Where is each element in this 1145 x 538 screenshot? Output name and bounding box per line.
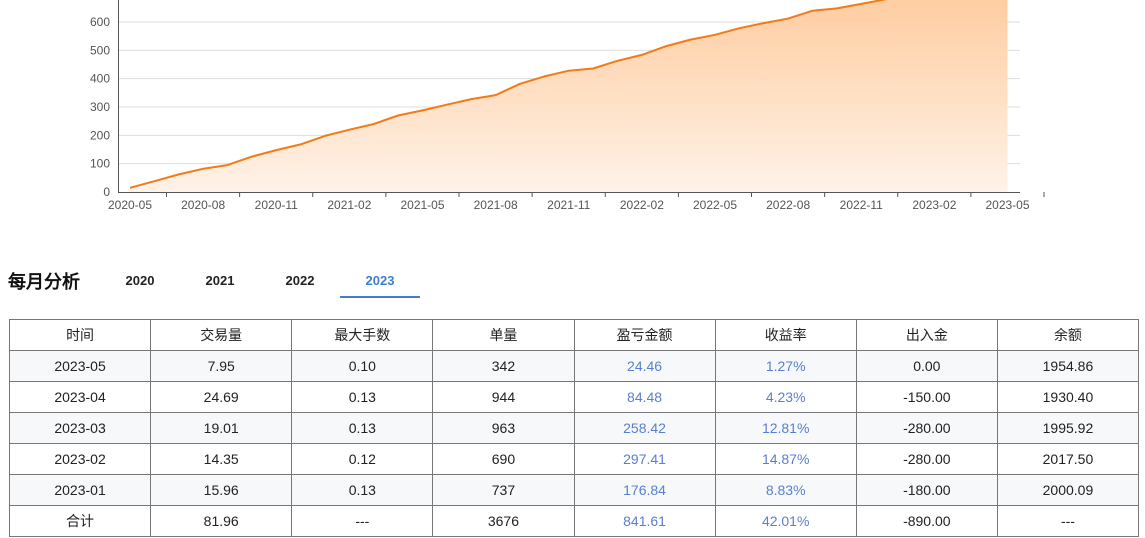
tab-year-2021[interactable]: 2021 <box>180 262 260 296</box>
cell-profit: 297.41 <box>573 443 716 475</box>
table-row: 2023-05 7.95 0.10 342 24.46 1.27% 0.00 1… <box>8 350 1140 382</box>
cell-total-label: 合计 <box>8 505 152 537</box>
column-header-profit: 盈亏金额 <box>573 319 716 351</box>
x-tick-label: 2021-02 <box>327 198 371 212</box>
table-row: 2023-02 14.35 0.12 690 297.41 14.87% -28… <box>8 443 1140 475</box>
column-header-balance: 余额 <box>996 319 1140 351</box>
column-header-deposit-withdrawal: 出入金 <box>855 319 998 351</box>
x-tick-label: 2020-11 <box>255 198 298 212</box>
cell-deposit-withdrawal: -180.00 <box>855 474 998 506</box>
cell-total-volume: 81.96 <box>150 505 293 537</box>
x-tick-label: 2021-08 <box>474 198 518 212</box>
balance-chart-svg: 0 100 200 300 400 500 600 2020-05 2020-08 2020-11… <box>90 0 1045 212</box>
x-tick-label: 2022-11 <box>840 198 883 212</box>
cell-max-lots: 0.13 <box>291 412 434 444</box>
cell-deposit-withdrawal: 0.00 <box>855 350 998 382</box>
year-tabs: 2020 2021 2022 2023 <box>100 262 420 299</box>
cell-profit: 24.46 <box>573 350 716 382</box>
cell-total-max-lots: --- <box>291 505 434 537</box>
cell-volume: 19.01 <box>150 412 293 444</box>
x-tick-label: 2023-05 <box>985 198 1029 212</box>
cell-deposit-withdrawal: -150.00 <box>855 381 998 413</box>
cell-deposit-withdrawal: -280.00 <box>855 412 998 444</box>
cell-balance: 2017.50 <box>996 443 1140 475</box>
cell-time: 2023-01 <box>8 474 152 506</box>
cell-volume: 14.35 <box>150 443 293 475</box>
cell-orders: 963 <box>432 412 575 444</box>
y-tick-label: 500 <box>90 43 110 57</box>
table-header-row: 时间 交易量 最大手数 单量 盈亏金额 收益率 出入金 余额 <box>8 319 1140 351</box>
cell-return-rate: 4.23% <box>714 381 857 413</box>
cell-return-rate: 8.83% <box>714 474 857 506</box>
y-tick-label: 300 <box>90 100 110 114</box>
section-title: 每月分析 <box>8 272 80 293</box>
cell-time: 2023-02 <box>8 443 152 475</box>
cell-total-return-rate: 42.01% <box>714 505 857 537</box>
cell-volume: 15.96 <box>150 474 293 506</box>
cell-orders: 944 <box>432 381 575 413</box>
cell-orders: 342 <box>432 350 575 382</box>
column-header-orders: 单量 <box>432 319 575 351</box>
cell-total-deposit-withdrawal: -890.00 <box>855 505 998 537</box>
y-tick-label: 600 <box>90 15 110 29</box>
x-tick-label: 2021-05 <box>400 198 444 212</box>
x-tick-label: 2022-08 <box>766 198 810 212</box>
cell-profit: 176.84 <box>573 474 716 506</box>
cell-return-rate: 1.27% <box>714 350 857 382</box>
column-header-volume: 交易量 <box>150 319 293 351</box>
table-row: 2023-03 19.01 0.13 963 258.42 12.81% -28… <box>8 412 1140 444</box>
table-row: 2023-01 15.96 0.13 737 176.84 8.83% -180… <box>8 474 1140 506</box>
tab-year-2023[interactable]: 2023 <box>340 262 420 298</box>
x-tick-label: 2023-02 <box>912 198 956 212</box>
monthly-analysis-header: 每月分析 2020 2021 2022 2023 <box>8 262 1138 302</box>
cell-balance: 1954.86 <box>996 350 1140 382</box>
cell-max-lots: 0.13 <box>291 381 434 413</box>
cell-total-balance: --- <box>996 505 1140 537</box>
x-tick-label: 2020-05 <box>108 198 152 212</box>
column-header-max-lots: 最大手数 <box>291 319 434 351</box>
cell-return-rate: 14.87% <box>714 443 857 475</box>
cell-time: 2023-05 <box>8 350 152 382</box>
y-tick-label: 200 <box>90 128 110 142</box>
y-tick-label: 100 <box>90 157 110 171</box>
cell-deposit-withdrawal: -280.00 <box>855 443 998 475</box>
table-total-row: 合计 81.96 --- 3676 841.61 42.01% -890.00 … <box>8 505 1140 537</box>
cell-orders: 737 <box>432 474 575 506</box>
y-tick-label: 0 <box>103 185 110 199</box>
tab-year-2022[interactable]: 2022 <box>260 262 340 296</box>
balance-chart: 0 100 200 300 400 500 600 2020-05 2020-08 2020-11… <box>0 0 1145 220</box>
x-tick-label: 2022-05 <box>693 198 737 212</box>
x-tick-label: 2021-11 <box>547 198 590 212</box>
cell-volume: 7.95 <box>150 350 293 382</box>
cell-orders: 690 <box>432 443 575 475</box>
cell-max-lots: 0.12 <box>291 443 434 475</box>
x-tick-label: 2022-02 <box>620 198 664 212</box>
x-tick-label: 2020-08 <box>181 198 225 212</box>
tab-year-2020[interactable]: 2020 <box>100 262 180 296</box>
cell-profit: 84.48 <box>573 381 716 413</box>
cell-balance: 2000.09 <box>996 474 1140 506</box>
cell-volume: 24.69 <box>150 381 293 413</box>
cell-profit: 258.42 <box>573 412 716 444</box>
cell-return-rate: 12.81% <box>714 412 857 444</box>
cell-max-lots: 0.10 <box>291 350 434 382</box>
column-header-time: 时间 <box>8 319 152 351</box>
y-tick-label: 400 <box>90 72 110 86</box>
cell-time: 2023-04 <box>8 381 152 413</box>
cell-time: 2023-03 <box>8 412 152 444</box>
cell-balance: 1930.40 <box>996 381 1140 413</box>
cell-total-orders: 3676 <box>432 505 575 537</box>
table-row: 2023-04 24.69 0.13 944 84.48 4.23% -150.… <box>8 381 1140 413</box>
cell-max-lots: 0.13 <box>291 474 434 506</box>
column-header-return-rate: 收益率 <box>714 319 857 351</box>
balance-area-fill <box>130 0 1008 192</box>
cell-total-profit: 841.61 <box>573 505 716 537</box>
cell-balance: 1995.92 <box>996 412 1140 444</box>
monthly-analysis-table: 时间 交易量 最大手数 单量 盈亏金额 收益率 出入金 余额 2023-05 7… <box>8 319 1140 537</box>
